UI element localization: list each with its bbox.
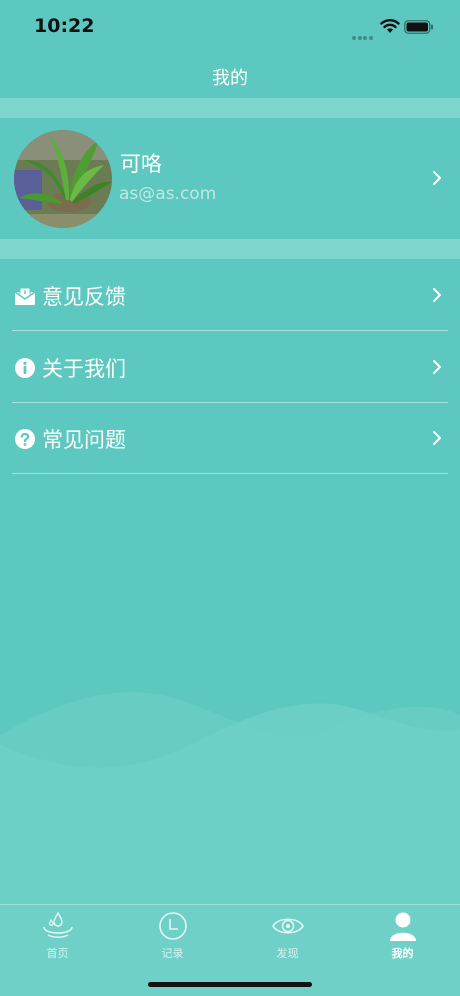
question-icon (15, 429, 35, 449)
clock-icon (159, 912, 187, 940)
tab-discover[interactable]: 发现 (230, 905, 345, 965)
profile-email: as@as.com (119, 184, 217, 204)
menu-item-label: 意见反馈 (42, 285, 126, 309)
signal-icon (352, 25, 374, 44)
chevron-right-icon (433, 288, 441, 302)
status-bar: 10:22 (0, 0, 460, 54)
status-time: 10:22 (34, 15, 95, 37)
eye-icon (272, 918, 304, 934)
menu-item-label: 关于我们 (42, 357, 126, 381)
section-divider (0, 239, 460, 259)
avatar (14, 130, 112, 228)
page-title: 我的 (212, 68, 248, 89)
tab-label: 我的 (391, 947, 414, 960)
background-waves (0, 692, 460, 905)
tab-mine[interactable]: 我的 (345, 905, 460, 965)
section-divider (0, 98, 460, 118)
battery-icon (404, 20, 433, 34)
status-icons (352, 18, 442, 40)
tab-home[interactable]: 首页 (0, 905, 115, 965)
mail-icon (14, 287, 36, 305)
profile-row[interactable]: 可咯 as@as.com (0, 118, 460, 238)
chevron-right-icon (433, 360, 441, 374)
info-icon (15, 358, 35, 378)
nav-bar: 我的 (0, 54, 460, 96)
tab-label: 记录 (161, 947, 184, 960)
home-indicator[interactable] (148, 982, 312, 987)
profile-name: 可咯 (120, 152, 162, 176)
tab-label: 发现 (276, 947, 299, 960)
person-icon (390, 912, 416, 941)
menu-item-faq[interactable]: 常见问题 (0, 402, 460, 474)
wifi-icon (380, 19, 400, 33)
tab-label: 首页 (46, 947, 69, 960)
menu-item-about[interactable]: 关于我们 (0, 331, 460, 403)
menu-item-feedback[interactable]: 意见反馈 (0, 259, 460, 331)
divider (12, 473, 448, 474)
chevron-right-icon (433, 431, 441, 445)
tab-records[interactable]: 记录 (115, 905, 230, 965)
menu-item-label: 常见问题 (42, 428, 126, 452)
water-drop-icon (43, 911, 73, 938)
chevron-right-icon (433, 171, 441, 185)
